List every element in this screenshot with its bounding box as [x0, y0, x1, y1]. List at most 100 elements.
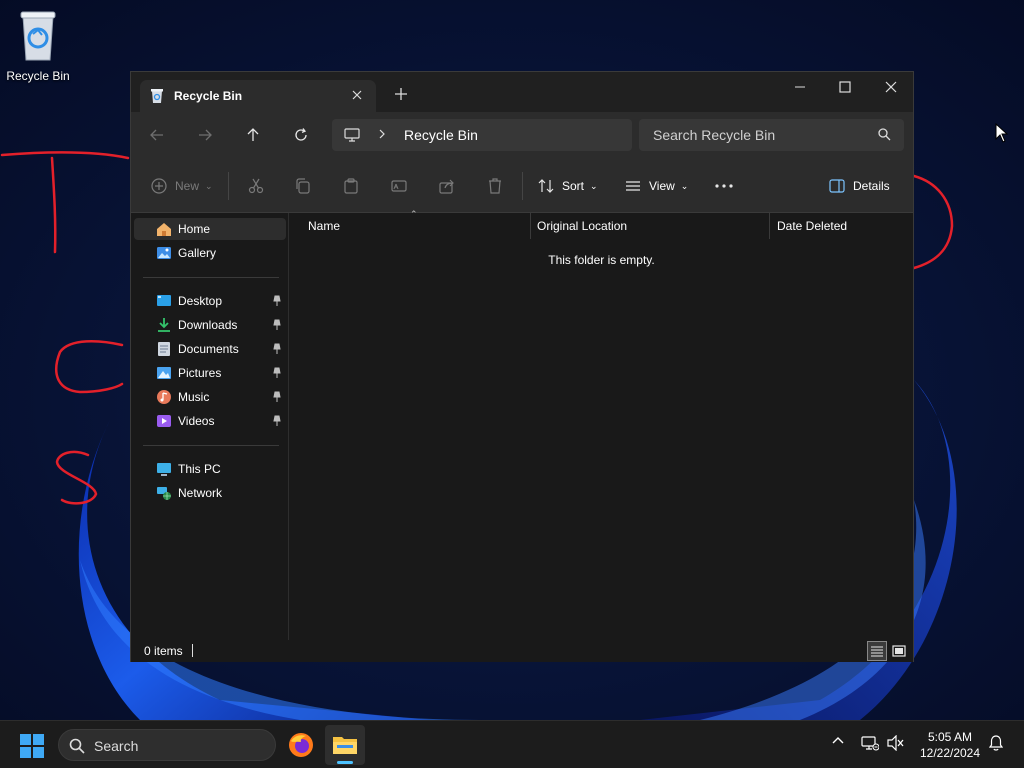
chevron-down-icon: ⌄: [205, 180, 213, 191]
taskbar-search-box[interactable]: Search: [58, 729, 276, 761]
address-bar[interactable]: Recycle Bin: [332, 119, 632, 151]
breadcrumb-separator[interactable]: [378, 127, 386, 142]
sidebar-item-documents[interactable]: Documents: [134, 338, 286, 360]
tiles-view-button[interactable]: [889, 641, 909, 661]
taskbar-file-explorer[interactable]: [325, 725, 365, 765]
new-label: New: [175, 179, 200, 193]
delete-button[interactable]: [487, 174, 503, 198]
sidebar-item-gallery[interactable]: Gallery: [134, 242, 286, 264]
details-view-button[interactable]: [867, 641, 887, 661]
column-header-name[interactable]: Name: [300, 213, 530, 239]
monitor-icon: [344, 128, 360, 142]
tab-recycle-bin[interactable]: Recycle Bin: [140, 80, 376, 112]
gallery-icon: [157, 247, 171, 259]
cut-button[interactable]: [248, 174, 264, 198]
new-tab-button[interactable]: [391, 84, 411, 104]
share-button[interactable]: [439, 174, 455, 198]
sidebar-item-label: This PC: [178, 462, 221, 476]
windows-start-icon[interactable]: [20, 734, 44, 758]
mouse-cursor-icon: [995, 123, 1009, 143]
sidebar-item-label: Network: [178, 486, 223, 500]
details-view-icon: [871, 646, 883, 657]
taskbar-search-label: Search: [94, 738, 139, 754]
videos-icon: [157, 415, 171, 427]
details-pane-button[interactable]: Details: [829, 174, 890, 198]
sidebar-item-label: Music: [178, 390, 210, 404]
taskbar-firefox[interactable]: [281, 725, 321, 765]
maximize-button[interactable]: [822, 74, 868, 102]
arrow-up-icon: [247, 128, 259, 141]
pictures-icon: [157, 367, 171, 379]
clock-time: 5:05 AM: [927, 730, 973, 744]
up-button[interactable]: [239, 122, 267, 148]
pin-icon[interactable]: [272, 295, 282, 307]
close-window-button[interactable]: [868, 74, 914, 102]
chevron-up-icon[interactable]: [832, 735, 844, 747]
title-bar: Recycle Bin: [131, 72, 913, 112]
command-bar: New ⌄ Sort ⌄ View ⌄ Details: [131, 158, 913, 213]
sort-button[interactable]: Sort ⌄: [538, 174, 598, 198]
search-input[interactable]: [639, 119, 904, 151]
sidebar-item-pictures[interactable]: Pictures: [134, 362, 286, 384]
chevron-right-icon: [379, 129, 385, 139]
view-list-icon: [626, 181, 640, 191]
paste-button[interactable]: [343, 174, 359, 198]
breadcrumb-item[interactable]: Recycle Bin: [404, 127, 478, 143]
pin-icon[interactable]: [272, 343, 282, 355]
column-header-original-location[interactable]: Original Location: [529, 213, 769, 239]
chevron-down-icon: ⌄: [590, 180, 598, 191]
network-status-icon[interactable]: [861, 735, 879, 751]
status-divider: [192, 644, 193, 657]
network-icon: [157, 487, 171, 500]
close-tab-button[interactable]: [348, 86, 366, 104]
rename-button[interactable]: [391, 174, 407, 198]
sidebar-item-music[interactable]: Music: [134, 386, 286, 408]
status-bar: 0 items: [131, 640, 913, 662]
navigation-pane: Home Gallery Desktop Downloads Documents…: [131, 213, 289, 640]
notification-bell-icon[interactable]: [989, 735, 1003, 751]
sidebar-item-label: Downloads: [178, 318, 238, 332]
sidebar-item-label: Documents: [178, 342, 239, 356]
column-header-date-deleted[interactable]: Date Deleted: [769, 213, 913, 239]
new-button[interactable]: New ⌄: [151, 174, 213, 198]
sidebar-item-desktop[interactable]: Desktop: [134, 290, 286, 312]
clock-date: 12/22/2024: [919, 746, 981, 760]
pin-icon[interactable]: [272, 367, 282, 379]
back-button[interactable]: [143, 122, 171, 148]
sidebar-item-label: Desktop: [178, 294, 223, 308]
more-options-button[interactable]: [715, 174, 733, 198]
firefox-icon: [289, 733, 313, 757]
forward-button[interactable]: [191, 122, 219, 148]
desktop-icon: [157, 295, 171, 306]
desktop-icon-recycle-bin[interactable]: Recycle Bin: [4, 8, 72, 83]
refresh-icon: [295, 128, 307, 141]
refresh-button[interactable]: [287, 122, 315, 148]
speaker-muted-icon[interactable]: [887, 735, 905, 751]
pin-icon[interactable]: [272, 319, 282, 331]
share-icon: [439, 179, 454, 194]
sidebar-item-network[interactable]: Network: [134, 482, 286, 504]
toolbar-divider: [228, 172, 229, 200]
sidebar-item-label: Home: [178, 222, 211, 236]
toolbar-divider: [522, 172, 523, 200]
sidebar-item-downloads[interactable]: Downloads: [134, 314, 286, 336]
home-icon: [157, 223, 171, 236]
search-icon[interactable]: [878, 128, 891, 141]
view-button[interactable]: View ⌄: [625, 174, 688, 198]
pin-icon[interactable]: [272, 391, 282, 403]
tiles-view-icon: [892, 645, 906, 657]
sidebar-item-home[interactable]: Home: [134, 218, 286, 240]
search-icon: [69, 738, 85, 754]
copy-button[interactable]: [295, 174, 311, 198]
sidebar-item-label: Gallery: [178, 246, 217, 260]
pin-icon[interactable]: [272, 415, 282, 427]
system-clock[interactable]: 5:05 AM 12/22/2024: [912, 729, 988, 761]
minimize-button[interactable]: [777, 74, 823, 102]
this-pc-icon: [157, 463, 171, 476]
chevron-down-icon: ⌄: [680, 180, 689, 191]
sort-icon: [538, 179, 554, 193]
plus-circle-icon: [151, 178, 167, 194]
sidebar-item-this-pc[interactable]: This PC: [134, 458, 286, 480]
sort-label: Sort: [562, 179, 585, 193]
sidebar-item-videos[interactable]: Videos: [134, 410, 286, 432]
